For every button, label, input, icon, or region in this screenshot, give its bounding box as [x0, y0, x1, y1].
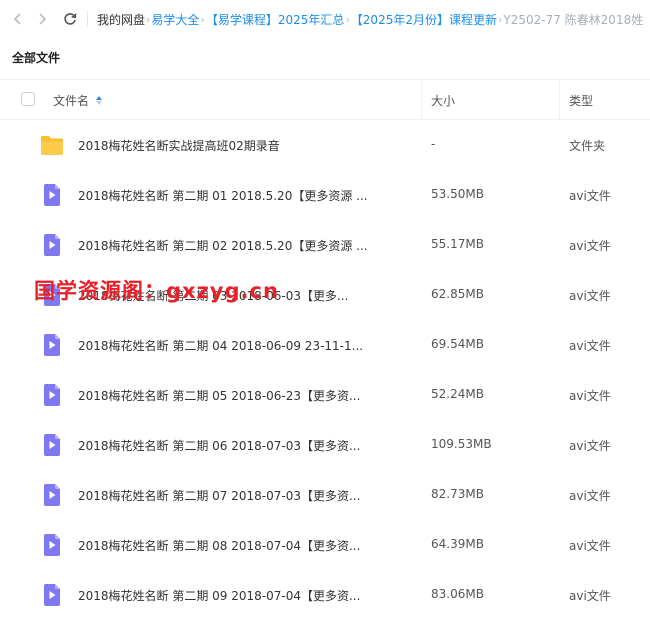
table-row[interactable]: 2018梅花姓名断 第二期 05 2018-06-23【更多资... 52.24M… — [0, 370, 650, 420]
file-name[interactable]: 2018梅花姓名断实战提高班02期录音 — [78, 137, 280, 154]
table-row[interactable]: 2018梅花姓名断 第二期 04 2018-06-09 23-11-1... 69… — [0, 320, 650, 370]
table-row[interactable]: 2018梅花姓名断 第二期 09 2018-07-04【更多资... 83.06M… — [0, 570, 650, 620]
video-file-icon — [41, 584, 63, 606]
file-size: 53.50MB — [431, 187, 484, 201]
section-title: 全部文件 — [12, 51, 61, 65]
table-row[interactable]: 2018梅花姓名断 第二期 07 2018-07-03【更多资... 82.73M… — [0, 470, 650, 520]
top-navigation-bar: 我的网盘 › 易学大全 › 【易学课程】2025年汇总 › 【2025年2月份】… — [0, 0, 650, 38]
watermark-text: 国学资源阁：gxzyg.cn — [34, 279, 279, 303]
file-type: avi文件 — [569, 489, 611, 503]
table-row[interactable]: 2018梅花姓名断 第二期 06 2018-07-03【更多资... 109.53… — [0, 420, 650, 470]
folder-icon — [41, 134, 63, 156]
breadcrumb-separator-icon: › — [345, 12, 350, 26]
video-file-icon — [41, 484, 63, 506]
breadcrumb-item[interactable]: 【易学课程】2025年汇总 — [206, 11, 345, 28]
file-name[interactable]: 2018梅花姓名断 第二期 05 2018-06-23【更多资... — [78, 387, 360, 404]
table-header: 文件名 大小 类型 — [0, 79, 650, 120]
file-name[interactable]: 2018梅花姓名断 第二期 06 2018-07-03【更多资... — [78, 437, 360, 454]
video-file-icon — [41, 234, 63, 256]
file-name[interactable]: 2018梅花姓名断 第二期 08 2018-07-04【更多资... — [78, 537, 360, 554]
file-name[interactable]: 2018梅花姓名断 第二期 09 2018-07-04【更多资... — [78, 587, 360, 604]
forward-arrow-icon[interactable] — [31, 8, 53, 30]
select-all-checkbox[interactable] — [21, 92, 35, 106]
file-type: avi文件 — [569, 589, 611, 603]
video-file-icon — [41, 184, 63, 206]
file-name[interactable]: 2018梅花姓名断 第二期 07 2018-07-03【更多资... — [78, 487, 360, 504]
back-arrow-icon[interactable] — [7, 8, 29, 30]
file-size: 62.85MB — [431, 287, 484, 301]
sort-icon[interactable] — [96, 96, 103, 105]
file-size: 52.24MB — [431, 387, 484, 401]
file-size: - — [431, 137, 436, 151]
file-type: avi文件 — [569, 189, 611, 203]
file-size: 69.54MB — [431, 337, 484, 351]
file-type: avi文件 — [569, 339, 611, 353]
table-row[interactable]: 2018梅花姓名断 第二期 08 2018-07-04【更多资... 64.39M… — [0, 520, 650, 570]
file-type: avi文件 — [569, 289, 611, 303]
breadcrumb-current: Y2502-77 陈春林2018姓 — [503, 12, 644, 27]
file-size: 55.17MB — [431, 237, 484, 251]
file-type: avi文件 — [569, 439, 611, 453]
column-header-name-label: 文件名 — [53, 94, 90, 108]
video-file-icon — [41, 434, 63, 456]
video-file-icon — [41, 534, 63, 556]
file-type: avi文件 — [569, 539, 611, 553]
breadcrumb: 我的网盘 › 易学大全 › 【易学课程】2025年汇总 › 【2025年2月份】… — [97, 11, 643, 28]
file-type: avi文件 — [569, 389, 611, 403]
breadcrumb-separator-icon: › — [146, 12, 151, 26]
refresh-icon[interactable] — [59, 8, 81, 30]
breadcrumb-item[interactable]: 【2025年2月份】课程更新 — [351, 11, 497, 28]
file-size: 109.53MB — [431, 437, 492, 451]
table-row[interactable]: 2018梅花姓名断 第二期 02 2018.5.20【更多资源 ... 55.17… — [0, 220, 650, 270]
table-row[interactable]: 2018梅花姓名断实战提高班02期录音 - 文件夹 — [0, 120, 650, 170]
file-size: 64.39MB — [431, 537, 484, 551]
file-name[interactable]: 2018梅花姓名断 第二期 04 2018-06-09 23-11-1... — [78, 337, 363, 354]
column-divider[interactable] — [421, 80, 422, 120]
breadcrumb-separator-icon: › — [200, 12, 205, 26]
column-header-size[interactable]: 大小 — [431, 92, 455, 109]
file-name[interactable]: 2018梅花姓名断 第二期 01 2018.5.20【更多资源 ... — [78, 187, 368, 204]
column-header-name[interactable]: 文件名 — [53, 92, 103, 109]
video-file-icon — [41, 384, 63, 406]
column-header-type[interactable]: 类型 — [569, 92, 593, 109]
toolbar-divider — [87, 11, 88, 27]
file-type: avi文件 — [569, 239, 611, 253]
breadcrumb-item[interactable]: 易学大全 — [151, 11, 199, 28]
file-size: 83.06MB — [431, 587, 484, 601]
table-row[interactable]: 2018梅花姓名断 第二期 01 2018.5.20【更多资源 ... 53.50… — [0, 170, 650, 220]
video-file-icon — [41, 334, 63, 356]
file-name[interactable]: 2018梅花姓名断 第二期 02 2018.5.20【更多资源 ... — [78, 237, 368, 254]
breadcrumb-item-my-drive[interactable]: 我的网盘 — [97, 11, 145, 28]
breadcrumb-separator-icon: › — [497, 12, 503, 26]
file-size: 82.73MB — [431, 487, 484, 501]
column-divider[interactable] — [559, 80, 560, 120]
file-type: 文件夹 — [569, 139, 606, 153]
